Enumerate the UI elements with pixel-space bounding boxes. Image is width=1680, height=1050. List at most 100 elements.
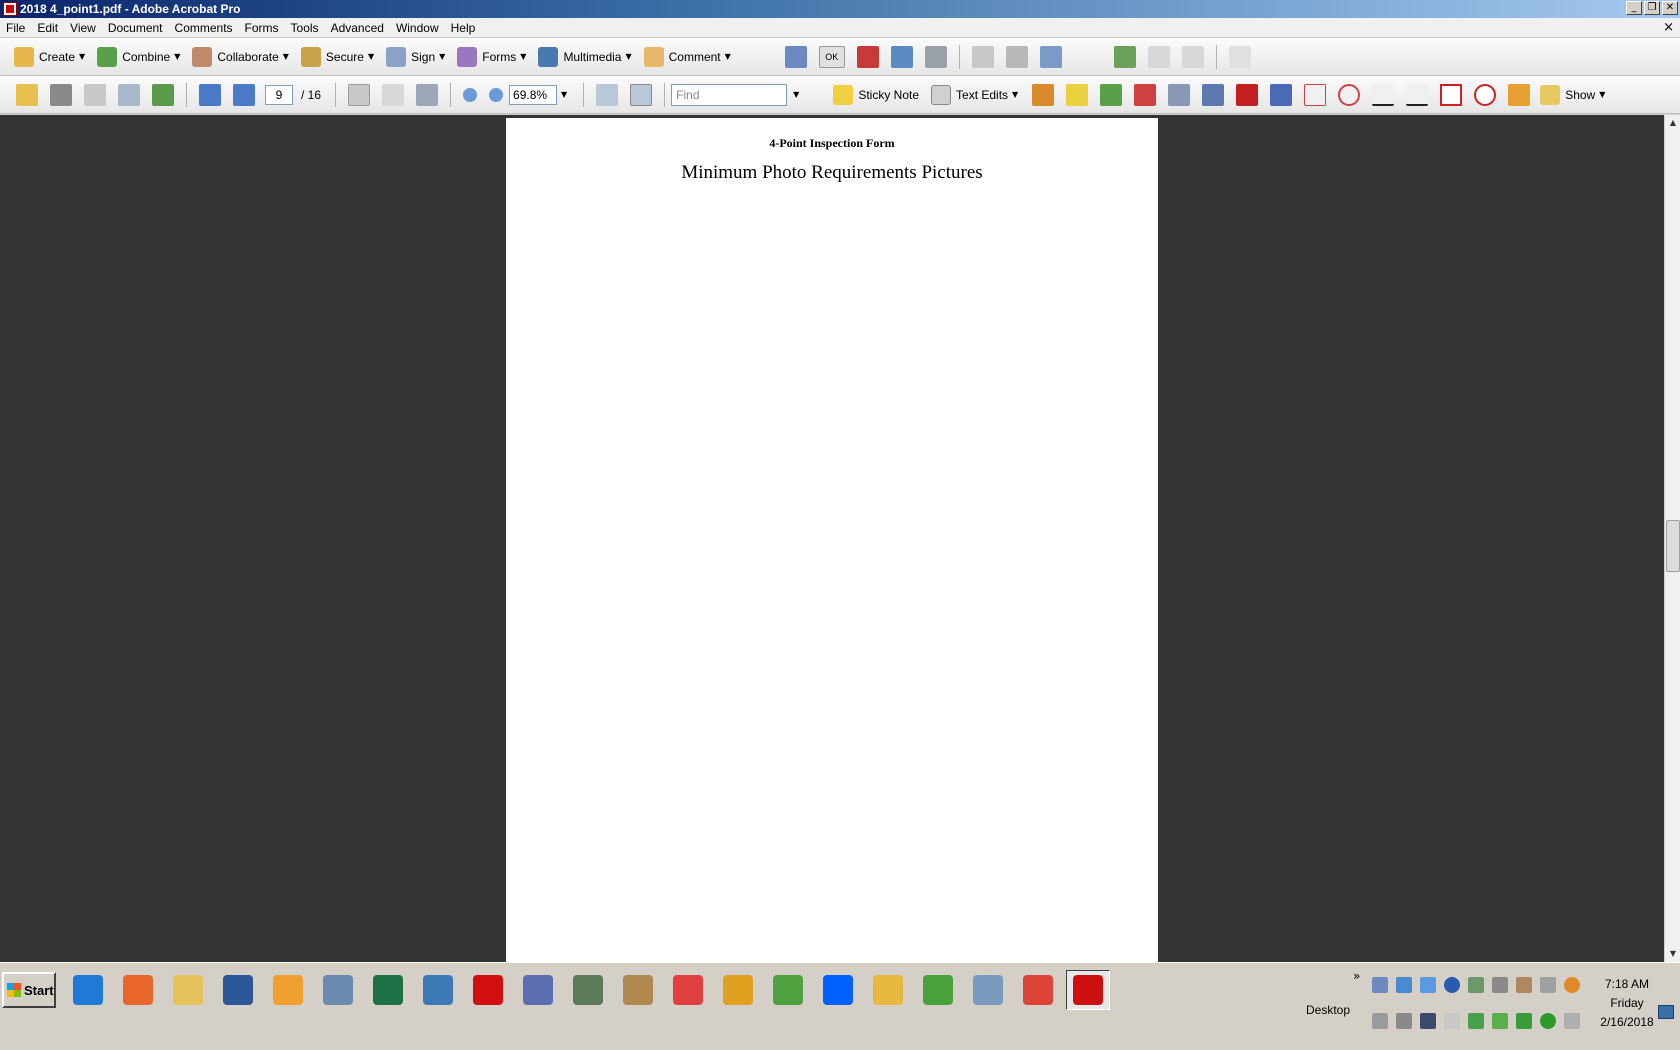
taskbar-app-button[interactable] [716,970,760,1010]
start-button[interactable]: Start [2,972,56,1008]
highlight-text-icon[interactable] [1066,83,1089,106]
sign-button[interactable]: Sign ▼ [382,43,449,71]
vertical-scrollbar[interactable]: ▲ ▼ [1664,115,1680,962]
taskbar-app-button[interactable] [816,970,860,1010]
menu-comments[interactable]: Comments [169,18,239,38]
page-number-input[interactable]: 9 [265,84,293,105]
open-folder-icon[interactable] [16,83,38,106]
zoom-out-icon[interactable] [463,87,478,102]
text-box-icon[interactable] [1270,83,1293,106]
scrollbar-thumb[interactable] [1666,520,1680,572]
print-icon[interactable] [50,83,72,106]
taskbar-app-button[interactable] [1016,970,1060,1010]
taskbar-app-button[interactable] [466,970,510,1010]
redo-icon[interactable] [1181,45,1204,68]
text-field-icon[interactable] [971,45,994,68]
replace-text-icon[interactable] [1134,83,1157,106]
multimedia-button[interactable]: Multimedia ▼ [534,43,635,71]
taskbar-app-button[interactable] [566,970,610,1010]
marquee-zoom-icon[interactable] [416,83,439,106]
green-app-icon[interactable] [1540,1013,1556,1029]
taskbar-app-button[interactable] [416,970,460,1010]
arrow-tool-icon[interactable] [1372,83,1395,106]
stamp-red-icon[interactable] [1236,83,1259,106]
copy-icon[interactable] [1228,45,1251,68]
restore-button[interactable]: ❐ [1644,1,1660,15]
show-desktop-button[interactable] [1658,1005,1674,1019]
insert-text-icon[interactable] [1100,83,1123,106]
close-button[interactable]: ✕ [1662,1,1678,15]
fit-page-icon[interactable] [630,83,653,106]
attach-file-icon[interactable] [1168,83,1191,106]
sticky-note-button[interactable]: Sticky Note [829,81,923,109]
onedrive-icon[interactable] [1420,977,1436,993]
tray-expand-icon[interactable]: » [1353,969,1360,983]
taskbar-app-button[interactable] [916,970,960,1010]
zoom-level-input[interactable]: 69.8% [509,84,558,105]
printer-icon[interactable] [1492,977,1508,993]
save-icon[interactable] [84,83,106,106]
taskbar-app-button[interactable] [766,970,810,1010]
menu-view[interactable]: View [64,18,102,38]
select-arrow-icon[interactable] [784,45,807,68]
scroll-down-icon[interactable]: ▼ [1665,946,1680,962]
taskbar-app-button[interactable] [366,970,410,1010]
secure-button[interactable]: Secure ▼ [297,43,378,71]
callout-icon[interactable] [1304,83,1327,106]
menu-window[interactable]: Window [390,18,445,38]
tray-app-icon[interactable] [1468,977,1484,993]
flag-icon[interactable] [1444,1013,1460,1029]
record-audio-icon[interactable] [1202,83,1225,106]
taskbar-app-button[interactable] [166,970,210,1010]
taskbar-app-button[interactable] [866,970,910,1010]
email-icon[interactable] [118,83,140,106]
photo-app-icon[interactable] [1516,977,1532,993]
clipboard-icon[interactable] [1396,1013,1412,1029]
menu-advanced[interactable]: Advanced [325,18,390,38]
minimize-button[interactable]: _ [1626,1,1642,15]
clock[interactable]: 7:18 AM Friday 2/16/2018 [1590,975,1664,1032]
zoom-in-icon[interactable] [489,87,504,102]
find-dropdown-icon[interactable]: ▼ [793,90,799,99]
battery-icon[interactable] [1516,1013,1532,1029]
select-text-icon[interactable] [348,83,371,106]
oval-tool-icon[interactable] [1474,83,1497,106]
checkmark-icon[interactable] [1492,1013,1508,1029]
page-number-icon[interactable] [1005,45,1028,68]
cloud-icon[interactable] [1338,83,1361,106]
menu-forms[interactable]: Forms [239,18,285,38]
menu-tools[interactable]: Tools [285,18,325,38]
menu-document[interactable]: Document [102,18,169,38]
zoom-dropdown-icon[interactable]: ▼ [561,90,567,99]
undo-icon[interactable] [1147,45,1170,68]
taskbar-app-button[interactable] [966,970,1010,1010]
security-icon[interactable] [1468,1013,1484,1029]
stamp-icon[interactable] [1032,83,1055,106]
document-close-button[interactable]: × [1663,20,1674,35]
forms-button[interactable]: Forms ▼ [453,43,530,71]
line-tool-icon[interactable] [1406,83,1429,106]
scroll-up-icon[interactable]: ▲ [1665,115,1680,131]
taskbar-app-button[interactable] [66,970,110,1010]
magnet-icon[interactable] [856,45,879,68]
share-icon[interactable] [152,83,174,106]
edit-form-icon[interactable] [1039,45,1062,68]
taskbar-app-button[interactable] [266,970,310,1010]
hand-icon[interactable] [382,83,405,106]
taskbar-app-button[interactable] [216,970,260,1010]
pencil-icon[interactable] [1508,83,1531,106]
taskbar-app-button[interactable] [616,970,660,1010]
menu-edit[interactable]: Edit [31,18,64,38]
comment-button[interactable]: Comment ▼ [640,43,735,71]
show-button[interactable]: Show ▼ [1536,81,1609,109]
dropbox-tray-icon[interactable] [1372,1013,1388,1029]
headphones-icon[interactable] [1564,977,1580,993]
text-edits-button[interactable]: Text Edits ▼ [927,81,1022,109]
network-icon[interactable] [1372,977,1388,993]
document-viewport[interactable]: 4-Point Inspection Form Minimum Photo Re… [0,115,1664,962]
menu-file[interactable]: File [0,18,31,38]
fit-width-icon[interactable] [596,83,619,106]
malwarebytes-icon[interactable] [1444,977,1460,993]
volume-icon[interactable] [1540,977,1556,993]
upload-icon[interactable] [1396,977,1412,993]
